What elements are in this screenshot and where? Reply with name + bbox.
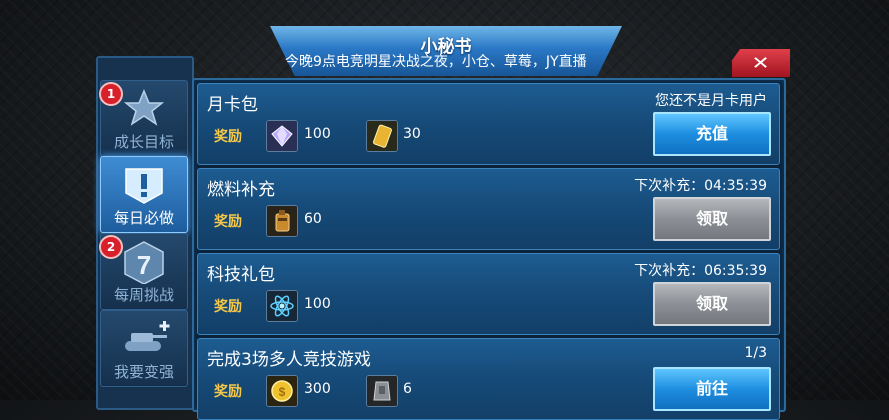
claim-button[interactable]: 领取 (653, 282, 771, 326)
task-row: 燃料补充 下次补充：04:35:39 奖励 60 领取 (197, 168, 780, 250)
announcement-marquee: 今晚9点电竞明星决战之夜，小仓、草莓，JY直播 (285, 54, 587, 70)
reward-quantity: 60 (304, 211, 322, 227)
svg-text:$: $ (279, 385, 286, 399)
task-row: 完成3场多人竞技游戏 1/3 奖励 $ 300 6 前往 (197, 338, 780, 420)
task-status: 您还不是月卡用户 (655, 93, 767, 109)
go-button[interactable]: 前往 (653, 367, 771, 411)
task-row: 科技礼包 下次补充：06:35:39 奖励 100 领取 (197, 253, 780, 335)
task-title: 燃料补充 (207, 180, 275, 200)
reward-quantity: 100 (304, 126, 331, 142)
reward-quantity: 300 (304, 381, 331, 397)
task-title: 月卡包 (207, 95, 258, 115)
exclamation-notice-icon (125, 168, 163, 204)
notification-badge: 1 (99, 82, 123, 106)
atom-icon (266, 290, 298, 322)
close-icon: ✕ (751, 52, 771, 74)
gold-coin-icon: $ (266, 375, 298, 407)
reward-quantity: 30 (403, 126, 421, 142)
recharge-button[interactable]: 充值 (653, 112, 771, 156)
nav-tab-label: 每周挑战 (113, 286, 174, 304)
reward-label: 奖励 (214, 299, 242, 315)
nav-tab-label: 我要变强 (113, 363, 174, 381)
armor-part-icon (366, 375, 398, 407)
close-button[interactable]: ✕ (732, 49, 790, 77)
diamond-icon (266, 120, 298, 152)
nav-tab-label: 每日必做 (113, 209, 174, 227)
reward-label: 奖励 (214, 214, 242, 230)
task-row: 月卡包 您还不是月卡用户 奖励 100 30 充值 (197, 83, 780, 165)
reward-quantity: 100 (304, 296, 331, 312)
claim-button[interactable]: 领取 (653, 197, 771, 241)
svg-text:7: 7 (137, 250, 151, 280)
reward-quantity: 6 (403, 381, 412, 397)
task-status: 1/3 (744, 345, 767, 361)
task-title: 科技礼包 (207, 265, 275, 285)
task-title: 完成3场多人竞技游戏 (207, 350, 371, 370)
notification-badge: 2 (99, 235, 123, 259)
tank-upgrade-icon (125, 321, 170, 351)
nav-tab-get-stronger[interactable]: 我要变强 (100, 310, 188, 387)
reward-label: 奖励 (214, 384, 242, 400)
nav-tab-daily-tasks[interactable]: 每日必做 (100, 156, 188, 233)
reward-label: 奖励 (214, 129, 242, 145)
task-status: 下次补充：04:35:39 (634, 178, 767, 194)
gold-card-icon (366, 120, 398, 152)
fuel-can-icon (266, 205, 298, 237)
nav-tab-label: 成长目标 (113, 133, 174, 151)
task-status: 下次补充：06:35:39 (634, 263, 767, 279)
